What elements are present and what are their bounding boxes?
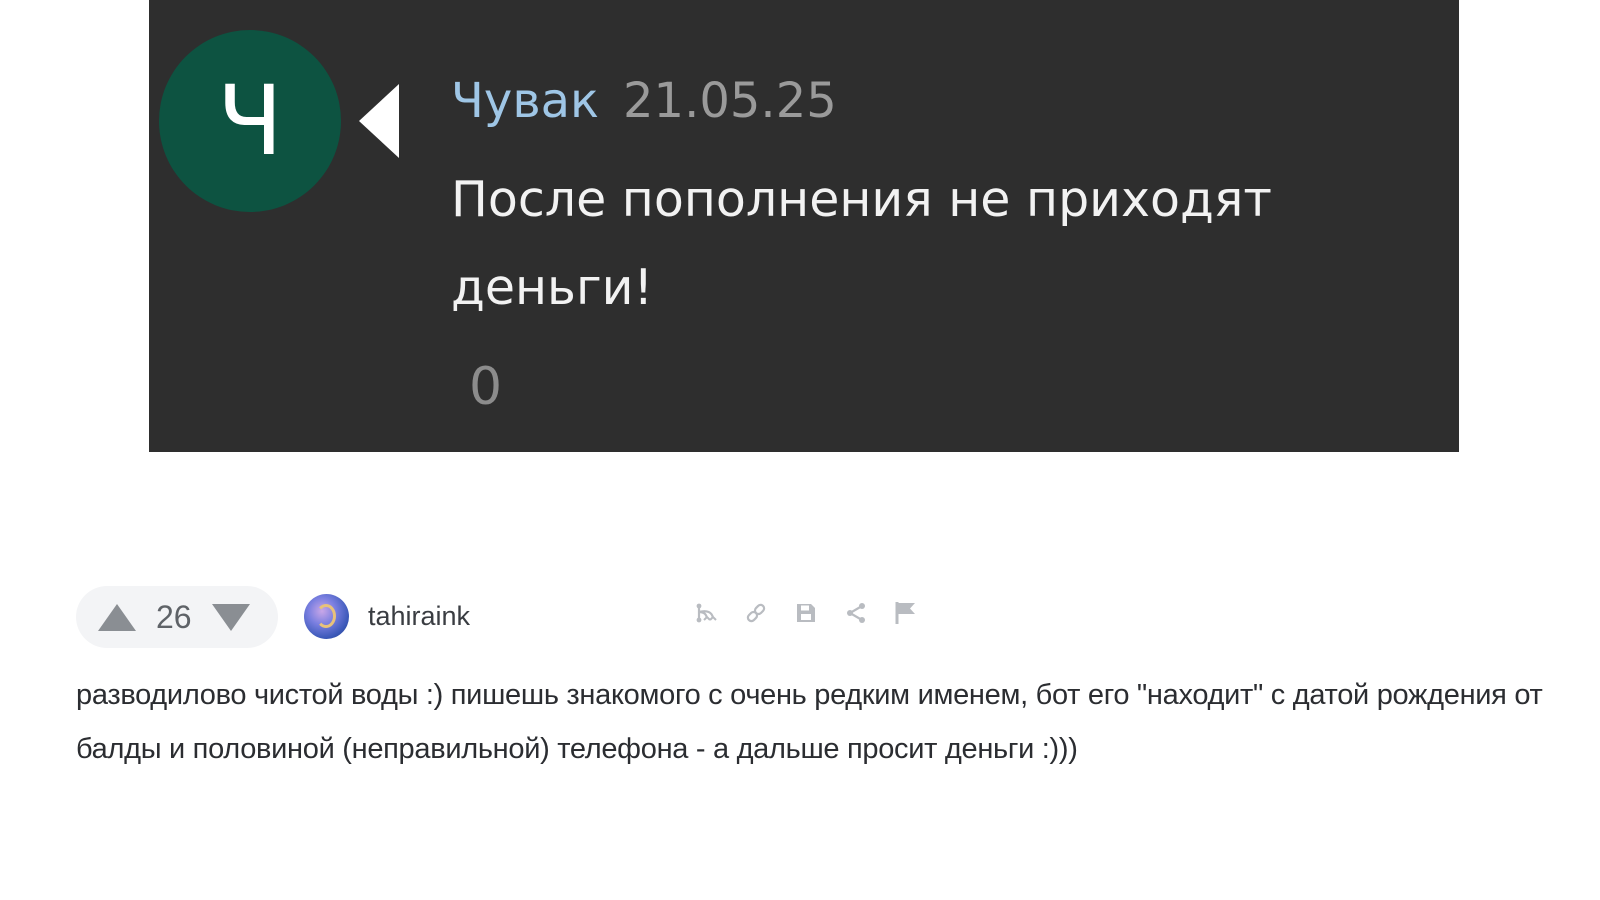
comment-body: разводилово чистой воды :) пишешь знаком… <box>76 679 1543 765</box>
user-avatar-icon[interactable] <box>304 594 349 639</box>
chat-author-name: Чувак <box>451 73 600 129</box>
avatar-swirl <box>316 604 336 628</box>
chat-message-header: Чувак 21.05.25 <box>451 70 837 132</box>
rating-count: 26 <box>156 599 192 635</box>
link-icon[interactable] <box>744 601 768 625</box>
chat-message-text: После пополнения не приходят деньги! <box>451 171 1272 316</box>
page: Ч Чувак 21.05.25 После пополнения не прих… <box>0 0 1600 900</box>
chat-avatar-letter: Ч <box>217 65 283 177</box>
upvote-arrow-icon[interactable] <box>98 603 136 631</box>
embedded-chat-screenshot: Ч Чувак 21.05.25 После пополнения не прих… <box>149 0 1459 452</box>
chat-reaction-count: 0 <box>469 357 503 417</box>
share-icon[interactable] <box>844 601 868 625</box>
chat-message-date: 21.05.25 <box>623 73 837 129</box>
comment-username[interactable]: tahiraink <box>368 599 470 633</box>
bubble-arrow-icon <box>359 84 399 158</box>
rating-control: 26 <box>76 586 278 648</box>
thread-icon[interactable] <box>694 601 718 625</box>
report-flag-icon[interactable] <box>894 601 918 625</box>
comment-actions <box>694 601 918 625</box>
chat-avatar: Ч <box>159 30 341 212</box>
save-icon[interactable] <box>794 601 818 625</box>
downvote-arrow-icon[interactable] <box>211 603 250 631</box>
